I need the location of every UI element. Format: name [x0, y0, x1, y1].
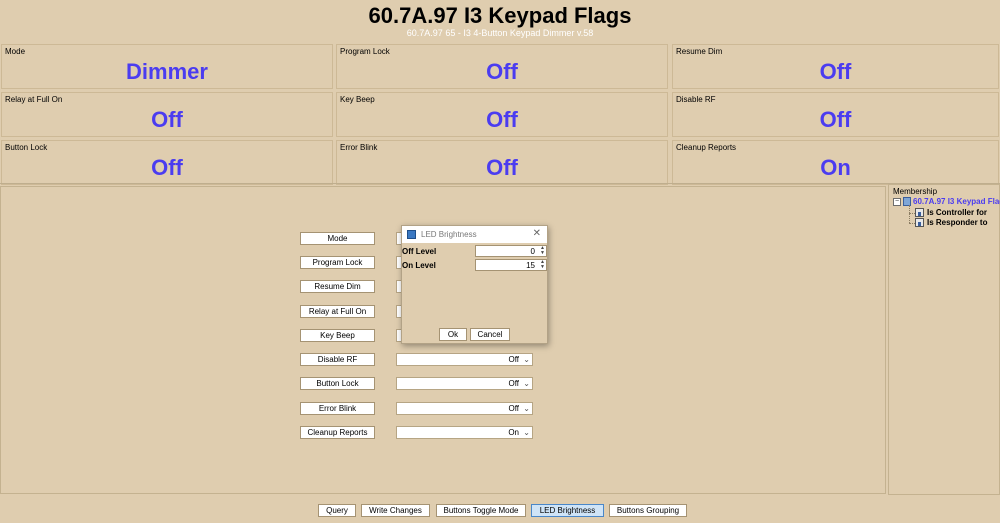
tile-label: Disable RF — [676, 95, 716, 104]
cancel-button[interactable]: Cancel — [470, 328, 510, 341]
chevron-down-icon: ⌄ — [523, 379, 530, 388]
select-value: Off — [508, 355, 519, 364]
collapse-icon[interactable]: − — [893, 197, 901, 206]
page-title: 60.7A.97 I3 Keypad Flags — [368, 3, 632, 28]
led-brightness-dialog: LED Brightness ✕ Off Level 0 ▲ ▼ On Leve… — [401, 225, 548, 344]
tile-label: Error Blink — [340, 143, 378, 152]
spin-down-icon[interactable]: ▼ — [540, 265, 545, 270]
spinner-value: 0 — [530, 247, 535, 256]
tree-item-controller[interactable]: Is Controller for — [915, 208, 987, 217]
field-button-mode[interactable]: Mode — [300, 232, 375, 245]
field-button-key-beep[interactable]: Key Beep — [300, 329, 375, 342]
field-button-program-lock[interactable]: Program Lock — [300, 256, 375, 269]
tile-relay-at-full-on: Relay at Full On Off — [1, 92, 333, 137]
disable-rf-select[interactable]: Off ⌄ — [396, 353, 533, 366]
on-level-label: On Level — [402, 261, 436, 270]
tile-label: Relay at Full On — [5, 95, 63, 104]
error-blink-select[interactable]: Off ⌄ — [396, 402, 533, 415]
app-icon — [407, 230, 416, 239]
tile-value: Off — [486, 155, 518, 180]
chevron-down-icon: ⌄ — [523, 428, 530, 437]
cleanup-reports-select[interactable]: On ⌄ — [396, 426, 533, 439]
led-brightness-button[interactable]: LED Brightness — [531, 504, 604, 517]
query-button[interactable]: Query — [318, 504, 356, 517]
tile-value: Off — [486, 59, 518, 84]
off-level-spinner[interactable]: 0 ▲ ▼ — [475, 245, 547, 257]
tile-value: Off — [819, 107, 852, 132]
tree-root-label: 60.7A.97 I3 Keypad Flags — [913, 197, 1000, 206]
ok-button[interactable]: Ok — [439, 328, 467, 341]
tree-item-label: Is Responder to — [927, 218, 988, 227]
field-button-resume-dim[interactable]: Resume Dim — [300, 280, 375, 293]
tree-item-responder[interactable]: Is Responder to — [915, 218, 987, 227]
button-lock-select[interactable]: Off ⌄ — [396, 377, 533, 390]
tile-key-beep: Key Beep Off — [336, 92, 668, 137]
select-value: On — [508, 428, 519, 437]
link-icon — [915, 208, 924, 217]
tile-value: On — [820, 155, 851, 180]
off-level-label: Off Level — [402, 247, 437, 256]
field-button-button-lock[interactable]: Button Lock — [300, 377, 375, 390]
tile-label: Key Beep — [340, 95, 375, 104]
buttons-toggle-mode-button[interactable]: Buttons Toggle Mode — [436, 504, 526, 517]
on-level-spinner[interactable]: 15 ▲ ▼ — [475, 259, 547, 271]
tile-value: Off — [486, 107, 518, 132]
chevron-down-icon: ⌄ — [523, 355, 530, 364]
tile-label: Button Lock — [5, 143, 48, 152]
tile-label: Cleanup Reports — [676, 143, 737, 152]
membership-title: Membership — [893, 187, 938, 196]
tile-value: Off — [819, 59, 852, 84]
field-button-cleanup-reports[interactable]: Cleanup Reports — [300, 426, 375, 439]
select-value: Off — [508, 379, 519, 388]
tile-label: Mode — [5, 47, 26, 56]
field-button-disable-rf[interactable]: Disable RF — [300, 353, 375, 366]
tile-button-lock: Button Lock Off — [1, 140, 333, 185]
page-subtitle: 60.7A.97 65 - I3 4-Button Keypad Dimmer … — [406, 28, 594, 38]
membership-panel: Membership − 60.7A.97 I3 Keypad Flags Is… — [888, 184, 1000, 495]
spinner-value: 15 — [526, 261, 535, 270]
tile-value: Dimmer — [126, 59, 208, 84]
tree-item-label: Is Controller for — [927, 208, 988, 217]
tile-resume-dim: Resume Dim Off — [672, 44, 999, 89]
tile-cleanup-reports: Cleanup Reports On — [672, 140, 999, 185]
field-button-error-blink[interactable]: Error Blink — [300, 402, 375, 415]
link-icon — [915, 218, 924, 227]
tile-mode: Mode Dimmer — [1, 44, 333, 89]
tile-program-lock: Program Lock Off — [336, 44, 668, 89]
dialog-title: LED Brightness — [421, 230, 477, 239]
tile-label: Program Lock — [340, 47, 390, 56]
tile-error-blink: Error Blink Off — [336, 140, 668, 185]
buttons-grouping-button[interactable]: Buttons Grouping — [609, 504, 687, 517]
chevron-down-icon: ⌄ — [523, 404, 530, 413]
divider — [0, 183, 1000, 184]
tile-value: Off — [151, 107, 183, 132]
tile-label: Resume Dim — [676, 47, 723, 56]
tree-connector — [909, 205, 910, 223]
dialog-titlebar[interactable]: LED Brightness ✕ — [402, 226, 547, 243]
tile-value: Off — [151, 155, 183, 180]
select-value: Off — [508, 404, 519, 413]
tile-disable-rf: Disable RF Off — [672, 92, 999, 137]
spin-down-icon[interactable]: ▼ — [540, 251, 545, 256]
write-changes-button[interactable]: Write Changes — [361, 504, 430, 517]
field-button-relay-at-full-on[interactable]: Relay at Full On — [300, 305, 375, 318]
close-icon[interactable]: ✕ — [533, 228, 541, 239]
